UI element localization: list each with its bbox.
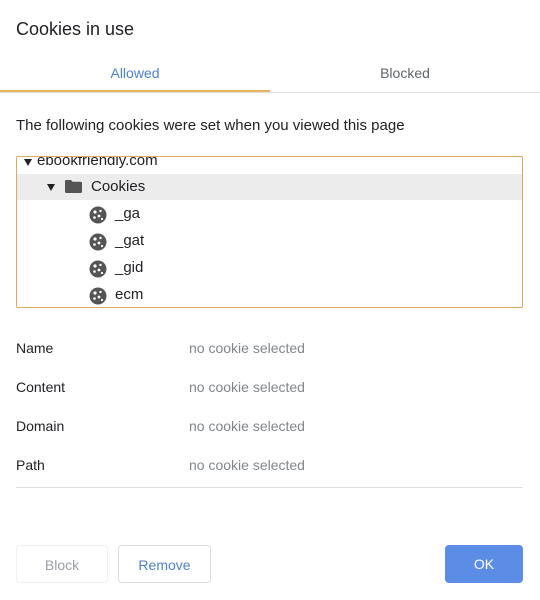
- description-text: The following cookies were set when you …: [16, 117, 405, 134]
- triangle-down-icon[interactable]: [24, 159, 32, 166]
- site-label: ebookfriendly.com: [37, 156, 158, 169]
- tree-item-cookie[interactable]: _gid: [17, 255, 522, 281]
- tree-item-site[interactable]: ebookfriendly.com: [17, 156, 522, 174]
- cookie-icon: [89, 233, 107, 251]
- detail-value: no cookie selected: [189, 418, 305, 434]
- cookie-label: ecm: [115, 286, 144, 303]
- detail-row-path: Path no cookie selected: [16, 450, 523, 480]
- ok-button[interactable]: OK: [445, 545, 523, 583]
- active-tab-indicator: [0, 90, 270, 92]
- cookie-details: Name no cookie selected Content no cooki…: [16, 332, 523, 488]
- cookie-label: _gat: [115, 232, 145, 249]
- detail-row-content: Content no cookie selected: [16, 372, 523, 402]
- block-button[interactable]: Block: [16, 545, 108, 583]
- remove-button[interactable]: Remove: [118, 545, 211, 583]
- tree-item-cookies-folder[interactable]: Cookies: [17, 174, 522, 200]
- detail-row-domain: Domain no cookie selected: [16, 411, 523, 441]
- cookie-icon: [89, 206, 107, 224]
- tab-blocked[interactable]: Blocked: [270, 56, 540, 91]
- triangle-down-icon[interactable]: [47, 184, 55, 191]
- detail-label: Content: [16, 379, 66, 395]
- tab-allowed-label: Allowed: [110, 65, 160, 81]
- tree-item-cookie[interactable]: ecm: [17, 282, 522, 307]
- detail-value: no cookie selected: [189, 457, 305, 473]
- cookie-icon: [89, 260, 107, 278]
- tree-item-cookie[interactable]: _ga: [17, 201, 522, 227]
- tab-bar: Allowed Blocked: [0, 56, 540, 93]
- folder-label: Cookies: [91, 178, 146, 195]
- detail-label: Name: [16, 340, 54, 356]
- tab-allowed[interactable]: Allowed: [0, 56, 270, 92]
- detail-row-name: Name no cookie selected: [16, 333, 523, 363]
- folder-icon: [65, 180, 82, 193]
- cookie-label: _ga: [115, 205, 141, 222]
- cookie-label: _gid: [115, 259, 144, 276]
- tree-item-cookie[interactable]: _gat: [17, 228, 522, 254]
- detail-value: no cookie selected: [189, 379, 305, 395]
- detail-value: no cookie selected: [189, 340, 305, 356]
- cookie-icon: [89, 287, 107, 305]
- tab-blocked-label: Blocked: [380, 65, 430, 81]
- dialog-title: Cookies in use: [16, 19, 135, 39]
- detail-label: Domain: [16, 418, 65, 434]
- detail-label: Path: [16, 457, 45, 473]
- cookie-tree[interactable]: ebookfriendly.com Cookies _ga _gat _gid …: [16, 156, 523, 308]
